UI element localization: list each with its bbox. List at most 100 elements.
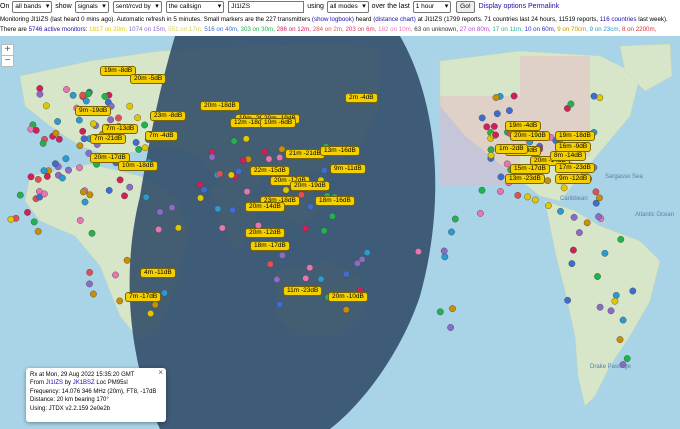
station-marker[interactable] — [43, 172, 51, 180]
signal-label[interactable]: 7m -21dB — [90, 134, 127, 144]
station-marker[interactable] — [510, 92, 518, 100]
station-marker[interactable] — [82, 97, 90, 105]
signal-label[interactable]: 11m -23dB — [283, 286, 323, 296]
station-marker[interactable] — [115, 114, 122, 122]
distance-chart-link[interactable]: (distance chart) — [373, 16, 416, 23]
signal-label[interactable]: 4m -11dB — [140, 268, 176, 278]
close-icon[interactable]: × — [158, 368, 163, 377]
station-marker[interactable] — [273, 276, 281, 283]
station-marker[interactable] — [30, 218, 38, 226]
station-marker[interactable] — [161, 289, 168, 297]
signal-label[interactable]: 19m -4dB — [505, 121, 542, 131]
station-marker[interactable] — [141, 144, 149, 152]
station-marker[interactable] — [112, 271, 119, 279]
go-button[interactable]: Go! — [456, 1, 475, 13]
station-marker[interactable] — [197, 194, 204, 202]
station-marker[interactable] — [320, 227, 328, 235]
station-marker[interactable] — [342, 306, 350, 314]
station-marker[interactable] — [69, 91, 77, 99]
station-marker[interactable] — [39, 140, 47, 147]
station-marker[interactable] — [568, 260, 576, 268]
signal-label[interactable]: 20m -18dB — [200, 101, 240, 111]
signal-label[interactable]: 10m -18dB — [118, 161, 158, 171]
station-marker[interactable] — [505, 107, 513, 115]
show-logbook-link[interactable]: (show logbook) — [312, 16, 354, 23]
station-marker[interactable] — [567, 100, 575, 108]
band-select[interactable]: all bands — [12, 1, 53, 13]
station-marker[interactable] — [27, 173, 35, 181]
station-marker[interactable] — [76, 164, 83, 172]
station-marker[interactable] — [478, 114, 486, 122]
station-marker[interactable] — [487, 146, 495, 154]
station-marker[interactable] — [483, 123, 491, 131]
station-marker[interactable] — [592, 188, 600, 196]
station-marker[interactable] — [524, 193, 531, 201]
station-marker[interactable] — [514, 191, 522, 199]
station-marker[interactable] — [611, 297, 619, 305]
station-marker[interactable] — [214, 205, 222, 213]
callsign-field-select[interactable]: the callsign — [165, 1, 225, 13]
station-marker[interactable] — [570, 246, 577, 254]
station-marker[interactable] — [235, 167, 243, 175]
station-marker[interactable] — [174, 224, 182, 232]
station-marker[interactable] — [447, 324, 454, 331]
station-marker[interactable] — [307, 203, 314, 211]
signal-label[interactable]: 13m -23dB — [505, 174, 545, 184]
station-marker[interactable] — [616, 336, 624, 343]
signal-label[interactable]: 9m -19dB — [75, 106, 112, 116]
station-marker[interactable] — [440, 247, 448, 255]
station-marker[interactable] — [570, 213, 578, 221]
station-marker[interactable] — [306, 264, 314, 272]
station-marker[interactable] — [52, 129, 60, 137]
station-marker[interactable] — [86, 191, 94, 199]
station-marker[interactable] — [451, 215, 459, 223]
station-marker[interactable] — [278, 251, 286, 259]
station-marker[interactable] — [320, 166, 328, 174]
station-marker[interactable] — [126, 102, 134, 110]
station-marker[interactable] — [590, 92, 598, 100]
signal-label[interactable]: 7m -4dB — [145, 131, 178, 141]
popup-by-call[interactable]: JK1BSZ — [73, 380, 95, 386]
station-marker[interactable] — [85, 90, 93, 98]
station-marker[interactable] — [79, 188, 87, 196]
station-marker[interactable] — [596, 303, 604, 311]
station-marker[interactable] — [560, 184, 568, 192]
show-select[interactable]: signals — [74, 1, 109, 13]
station-marker[interactable] — [545, 202, 552, 210]
station-marker[interactable] — [65, 166, 72, 174]
station-marker[interactable] — [448, 228, 455, 236]
zoom-out-button[interactable]: − — [1, 55, 14, 67]
station-marker[interactable] — [583, 219, 591, 227]
station-marker[interactable] — [317, 275, 325, 283]
signal-label[interactable]: 7m -13dB — [102, 124, 139, 134]
station-marker[interactable] — [36, 90, 44, 98]
station-marker[interactable] — [40, 167, 48, 175]
station-marker[interactable] — [76, 142, 84, 150]
station-marker[interactable] — [24, 208, 31, 216]
station-marker[interactable] — [107, 116, 115, 124]
station-marker[interactable] — [592, 199, 600, 207]
station-marker[interactable] — [135, 146, 143, 153]
signal-label[interactable]: 20m -5dB — [130, 74, 167, 84]
station-marker[interactable] — [52, 160, 59, 168]
station-marker[interactable] — [623, 355, 631, 362]
signal-label[interactable]: 1m -2dB — [495, 144, 528, 154]
station-marker[interactable] — [116, 297, 124, 305]
station-marker[interactable] — [449, 305, 456, 312]
station-marker[interactable] — [216, 170, 224, 178]
station-marker[interactable] — [63, 86, 70, 93]
station-marker[interactable] — [7, 215, 15, 223]
station-marker[interactable] — [227, 171, 235, 179]
signal-label[interactable]: 20m -19dB — [290, 181, 330, 191]
period-select[interactable]: 1 hour — [412, 1, 452, 13]
callsign-input[interactable]: JI1IZS — [228, 1, 305, 13]
signal-label[interactable]: 19m -18dB — [555, 131, 595, 141]
signal-label[interactable]: 9m -12dB — [555, 174, 592, 184]
station-marker[interactable] — [594, 273, 601, 280]
countries-link[interactable]: 116 countries — [600, 16, 637, 23]
station-marker[interactable] — [414, 248, 422, 256]
station-marker[interactable] — [564, 296, 571, 304]
popup-from-call[interactable]: JI1IZS — [46, 380, 63, 386]
station-marker[interactable] — [208, 153, 216, 161]
station-marker[interactable] — [601, 249, 609, 257]
